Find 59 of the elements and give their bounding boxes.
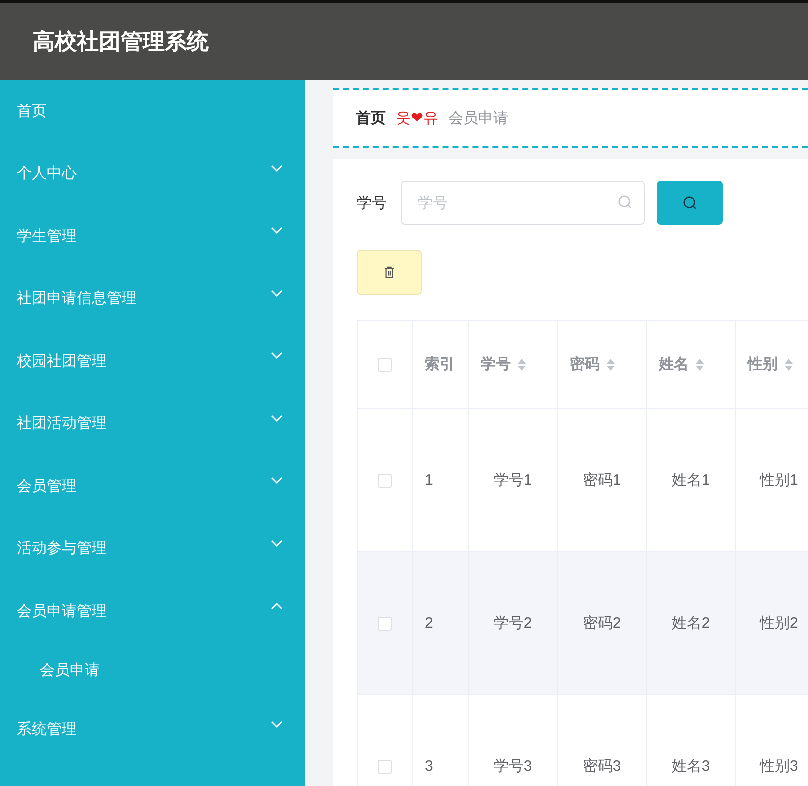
table-cell: 性别2: [760, 614, 798, 632]
column-header[interactable]: 密码: [570, 355, 600, 374]
sidebar-menu-item[interactable]: 个人中心: [0, 142, 305, 205]
search-field[interactable]: 学号: [401, 181, 645, 225]
table-cell: 姓名3: [672, 758, 710, 774]
trash-icon: [384, 266, 395, 279]
sidebar-menu-item[interactable]: 校园社团管理: [0, 330, 305, 392]
column-header[interactable]: 姓名: [659, 355, 689, 374]
search-label: 学号: [357, 194, 388, 212]
table-cell: 学号1: [494, 472, 532, 488]
table-cell: 姓名1: [672, 472, 710, 488]
sidebar-menu-label: 活动参与管理: [17, 539, 107, 558]
breadcrumb-link[interactable]: 首页: [356, 108, 386, 128]
sidebar-menu-item[interactable]: 会员申请管理: [0, 580, 305, 642]
search-icon: [618, 195, 633, 210]
delete-button[interactable]: [357, 250, 422, 295]
breadcrumb-current: 会员申请: [448, 108, 509, 128]
sidebar-menu-item[interactable]: 社团活动管理: [0, 392, 305, 455]
sidebar-menu-label: 社团申请信息管理: [17, 289, 137, 308]
table-cell: 学号3: [494, 758, 532, 774]
table-cell: 密码3: [582, 758, 622, 774]
sidebar-menu-label: 系统管理: [17, 720, 77, 740]
table-cell: 1: [425, 472, 434, 488]
select-all-checkbox[interactable]: [378, 358, 392, 372]
search-button[interactable]: [657, 181, 723, 225]
sidebar-menu-label: 社团活动管理: [17, 414, 107, 434]
table-cell: 性别1: [760, 472, 798, 488]
row-checkbox[interactable]: [378, 474, 392, 488]
sort-icon[interactable]: [517, 358, 527, 372]
sort-icon[interactable]: [784, 358, 794, 372]
sidebar-menu-label: 校园社团管理: [17, 352, 107, 371]
sidebar-menu-label: 个人中心: [17, 164, 77, 184]
sidebar-menu-label: 会员管理: [17, 476, 77, 496]
sort-icon[interactable]: [695, 358, 705, 372]
sidebar-menu-item[interactable]: 会员管理: [0, 455, 305, 518]
sort-icon[interactable]: [606, 358, 616, 372]
sidebar-menu-item[interactable]: 社团申请信息管理: [0, 268, 305, 330]
row-checkbox[interactable]: [378, 616, 392, 631]
sidebar-menu-item[interactable]: 系统管理: [0, 698, 305, 761]
sidebar-menu-item[interactable]: 学生管理: [0, 205, 305, 268]
breadcrumb-separator: 웃❤유: [396, 108, 439, 128]
app-title: 高校社团管理系统: [33, 28, 209, 56]
table-cell: 姓名2: [672, 614, 710, 632]
search-icon: [682, 196, 698, 210]
column-header[interactable]: 性别: [748, 355, 778, 374]
sidebar-menu-label: 学生管理: [17, 226, 77, 246]
table-cell: 密码1: [582, 472, 622, 488]
column-header[interactable]: 学号: [481, 355, 511, 374]
table-cell: 性别3: [760, 758, 798, 774]
table-cell: 3: [425, 758, 434, 774]
table-cell: 2: [425, 614, 434, 632]
sidebar-menu-label: 会员申请管理: [17, 602, 107, 621]
row-checkbox[interactable]: [378, 760, 392, 774]
column-header: 索引: [425, 356, 455, 373]
sidebar-menu-item[interactable]: 活动参与管理: [0, 518, 305, 580]
sidebar-subitem[interactable]: 会员申请: [0, 642, 305, 698]
table-cell: 密码2: [582, 614, 622, 632]
table-cell: 学号2: [494, 614, 532, 632]
sidebar-item[interactable]: 首页: [0, 80, 305, 142]
